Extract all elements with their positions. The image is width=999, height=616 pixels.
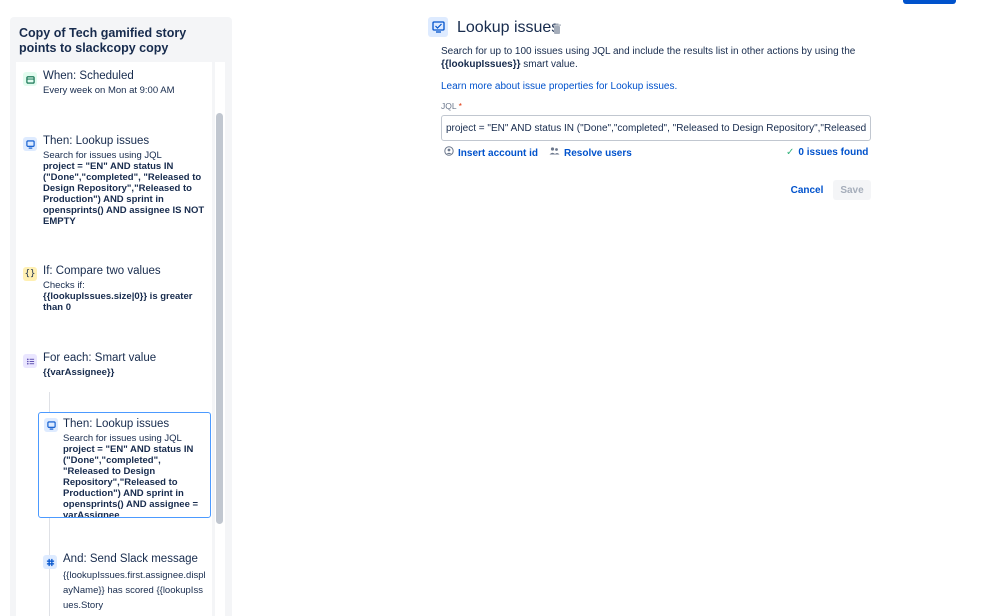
rule-sidebar: Copy of Tech gamified story points to sl… xyxy=(10,17,232,616)
component-description: {{varAssignee}} xyxy=(43,367,115,378)
cancel-button[interactable]: Cancel xyxy=(786,180,828,200)
slack-icon xyxy=(43,555,57,569)
save-button[interactable]: Save xyxy=(833,180,871,200)
insert-account-id-button[interactable]: Insert account id xyxy=(444,146,538,160)
learn-more-link[interactable]: Learn more about issue properties for Lo… xyxy=(441,80,677,93)
jql-label: JQL * xyxy=(441,101,462,111)
users-icon xyxy=(549,146,560,160)
component-compare-values[interactable]: {} If: Compare two values Checks if: {{lo… xyxy=(16,264,212,324)
component-when-scheduled[interactable]: When: Scheduled Every week on Mon at 9:0… xyxy=(16,69,212,109)
component-description: Checks if: {{lookupIssues.size|0}} is gre… xyxy=(43,280,193,313)
braces-icon: {} xyxy=(23,267,37,281)
resolve-users-button[interactable]: Resolve users xyxy=(549,146,632,160)
component-title: For each: Smart value xyxy=(43,352,157,364)
component-description: Search for issues using JQL project = "EN… xyxy=(43,150,205,227)
panel-title: Lookup issues xyxy=(457,19,560,36)
checkmark-icon: ✓ xyxy=(786,147,795,158)
list-icon xyxy=(23,354,37,368)
component-title: If: Compare two values xyxy=(43,265,161,277)
component-lookup-issues[interactable]: Then: Lookup issues Search for issues us… xyxy=(16,134,212,234)
component-lookup-issues-selected[interactable]: Then: Lookup issues Search for issues us… xyxy=(38,412,211,518)
component-send-slack[interactable]: And: Send Slack message {{lookupIssues.f… xyxy=(16,552,212,616)
calendar-icon xyxy=(23,72,37,86)
scrollbar-thumb[interactable] xyxy=(216,113,223,524)
component-title: Then: Lookup issues xyxy=(43,135,150,147)
top-primary-button[interactable] xyxy=(903,0,956,4)
trash-icon[interactable] xyxy=(552,22,562,34)
lookup-icon xyxy=(44,418,58,432)
component-for-each[interactable]: For each: Smart value {{varAssignee}} xyxy=(16,351,212,391)
panel-description: Search for up to 100 issues using JQL an… xyxy=(441,46,856,70)
rule-components-list: When: Scheduled Every week on Mon at 9:0… xyxy=(16,62,212,616)
component-description: Search for issues using JQL project = "EN… xyxy=(63,433,199,518)
component-title: When: Scheduled xyxy=(43,70,134,82)
component-description: {{lookupIssues.first.assignee.displayNam… xyxy=(63,570,206,611)
lookup-icon xyxy=(23,137,37,151)
component-description: Every week on Mon at 9:00 AM xyxy=(43,85,175,96)
jql-input[interactable] xyxy=(441,115,871,141)
component-title: Then: Lookup issues xyxy=(63,418,170,430)
lookup-icon xyxy=(428,17,448,37)
user-circle-icon xyxy=(444,146,454,160)
rule-title: Copy of Tech gamified story points to sl… xyxy=(19,26,187,55)
issues-found-status[interactable]: ✓ 0 issues found xyxy=(786,146,868,159)
component-title: And: Send Slack message xyxy=(63,553,198,565)
